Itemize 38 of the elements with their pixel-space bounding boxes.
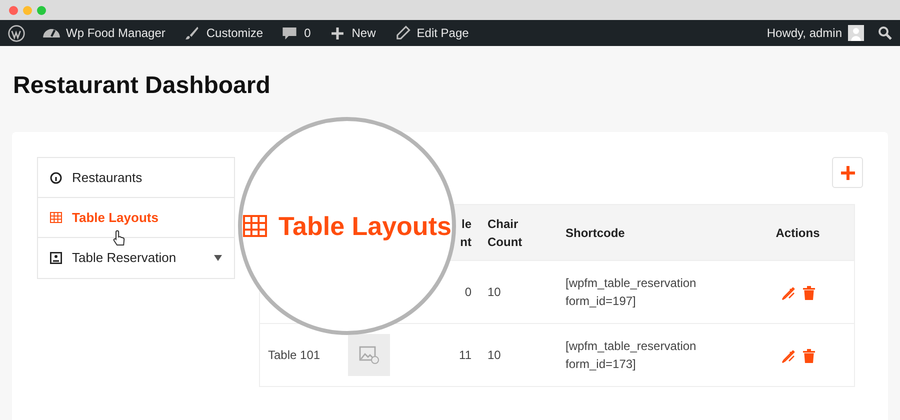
add-button[interactable] [832,157,863,188]
table-cell: [wpfm_table_reservation form_id=197] [566,276,696,308]
sidebar-item[interactable]: Table Reservation [38,238,234,278]
column-header: Shortcode [558,204,742,260]
table-cell: 11 [459,348,472,362]
contact-card-icon [50,252,62,264]
grid-icon [242,215,267,237]
pencil-icon [394,24,411,42]
avatar-icon [848,25,864,41]
admin-bar-link[interactable]: 0 [281,24,311,42]
gauge-icon [43,28,60,38]
user-greeting[interactable]: Howdy, admin [766,24,842,42]
pencil-icon [780,348,795,363]
table-cell: 10 [488,285,501,299]
admin-bar-link[interactable]: Edit Page [394,24,469,42]
column-header: Chair Count [480,204,558,260]
comment-icon [281,24,298,42]
column-header: Actions [742,204,854,260]
hand-cursor-icon [113,230,125,246]
table-cell: [wpfm_table_reservation form_id=173] [566,339,696,371]
brush-icon [183,24,200,42]
page-title: Restaurant Dashboard [13,71,272,101]
wordpress-logo-icon[interactable] [8,24,25,42]
trash-icon [802,286,815,300]
pencil-icon [780,286,795,300]
admin-bar-link[interactable]: Customize [183,24,264,42]
table-cell: Table 101 [268,348,320,362]
sidebar-item[interactable]: Restaurants [38,158,234,198]
grid-icon [50,212,62,223]
plus-icon [328,24,346,42]
plus-icon [840,166,854,180]
admin-bar-link[interactable]: Wp Food Manager [43,24,166,42]
table-cell: 0 [464,285,472,299]
info-icon [50,172,62,184]
table-cell: 10 [488,348,501,362]
trash-icon [802,348,815,363]
admin-bar-link[interactable]: New [328,24,376,42]
search-icon[interactable] [878,26,892,40]
